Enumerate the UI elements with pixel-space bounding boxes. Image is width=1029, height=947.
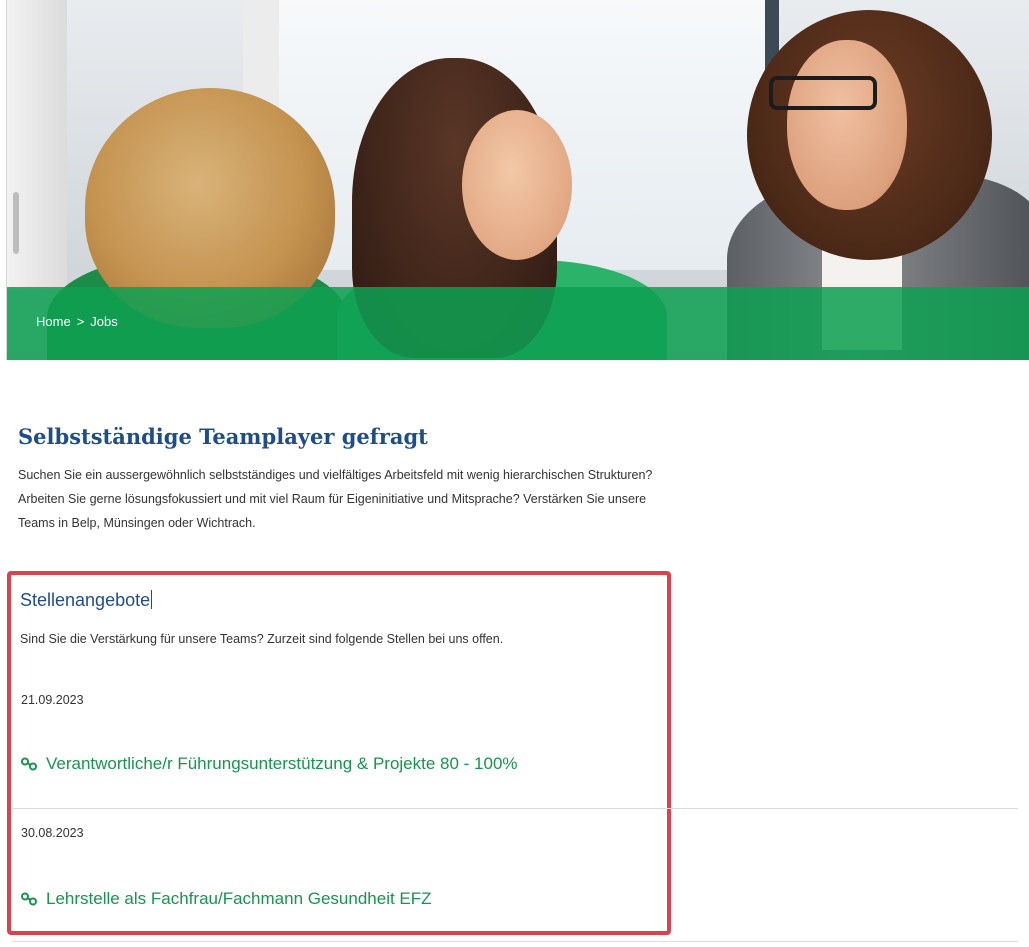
job-date: 21.09.2023 [21,693,84,707]
link-icon [21,757,37,771]
text-cursor [151,590,153,609]
window-handle [13,192,19,254]
breadcrumb-band [7,287,1029,360]
job-link[interactable]: Verantwortliche/r Führungsunterstützung … [20,754,518,774]
breadcrumb-home-link[interactable]: Home [36,314,71,329]
person-right-face [787,40,907,210]
hero-image [6,0,1029,360]
highlight-box [7,571,671,935]
job-link-title: Lehrstelle als Fachfrau/Fachmann Gesundh… [46,889,432,908]
intro-line-2: Arbeiten Sie gerne lösungsfokussiert und… [18,492,647,506]
jobs-section-title-text: Stellenangebote [20,590,151,610]
job-divider-bottom [12,941,1018,942]
intro-text: Suchen Sie ein aussergewöhnlich selbstst… [18,463,848,535]
job-link-title: Verantwortliche/r Führungsunterstützung … [46,754,518,773]
breadcrumb-separator: > [76,314,85,329]
person-center-face [462,110,572,260]
jobs-section-description: Sind Sie die Verstärkung für unsere Team… [20,632,504,646]
breadcrumb-current-link[interactable]: Jobs [90,314,117,329]
job-divider [12,808,1018,809]
jobs-section-title: Stellenangebote [20,590,153,611]
page-title: Selbstständige Teamplayer gefragt [18,424,428,449]
job-link[interactable]: Lehrstelle als Fachfrau/Fachmann Gesundh… [20,889,432,909]
intro-line-1: Suchen Sie ein aussergewöhnlich selbstst… [18,468,653,482]
intro-line-3: Teams in Belp, Münsingen oder Wichtrach. [18,516,256,530]
link-icon [21,892,37,906]
person-right-glasses [769,76,877,110]
job-date: 30.08.2023 [21,826,84,840]
breadcrumb: Home > Jobs [36,314,118,329]
